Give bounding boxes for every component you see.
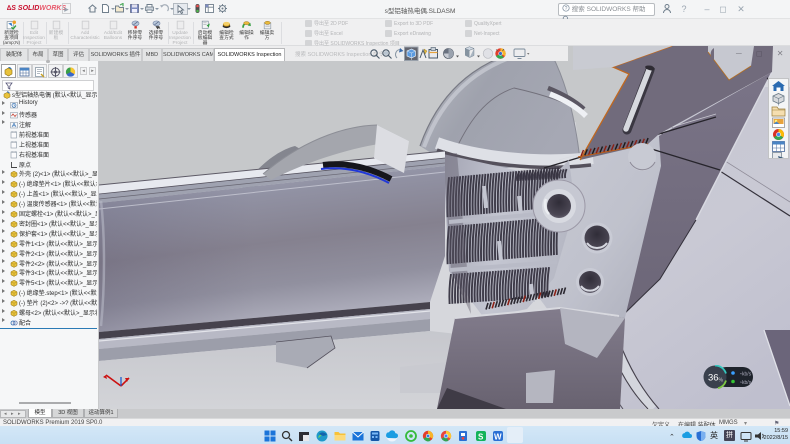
svg-text:36: 36 bbox=[708, 373, 719, 384]
svg-text:W: W bbox=[494, 433, 502, 442]
svg-text:◔kb/s: ◔kb/s bbox=[739, 372, 752, 378]
svg-text:◔kb/s: ◔kb/s bbox=[739, 380, 752, 386]
svg-text:S: S bbox=[478, 433, 484, 442]
svg-text:?: ? bbox=[565, 5, 568, 11]
svg-text:%: % bbox=[719, 378, 724, 384]
